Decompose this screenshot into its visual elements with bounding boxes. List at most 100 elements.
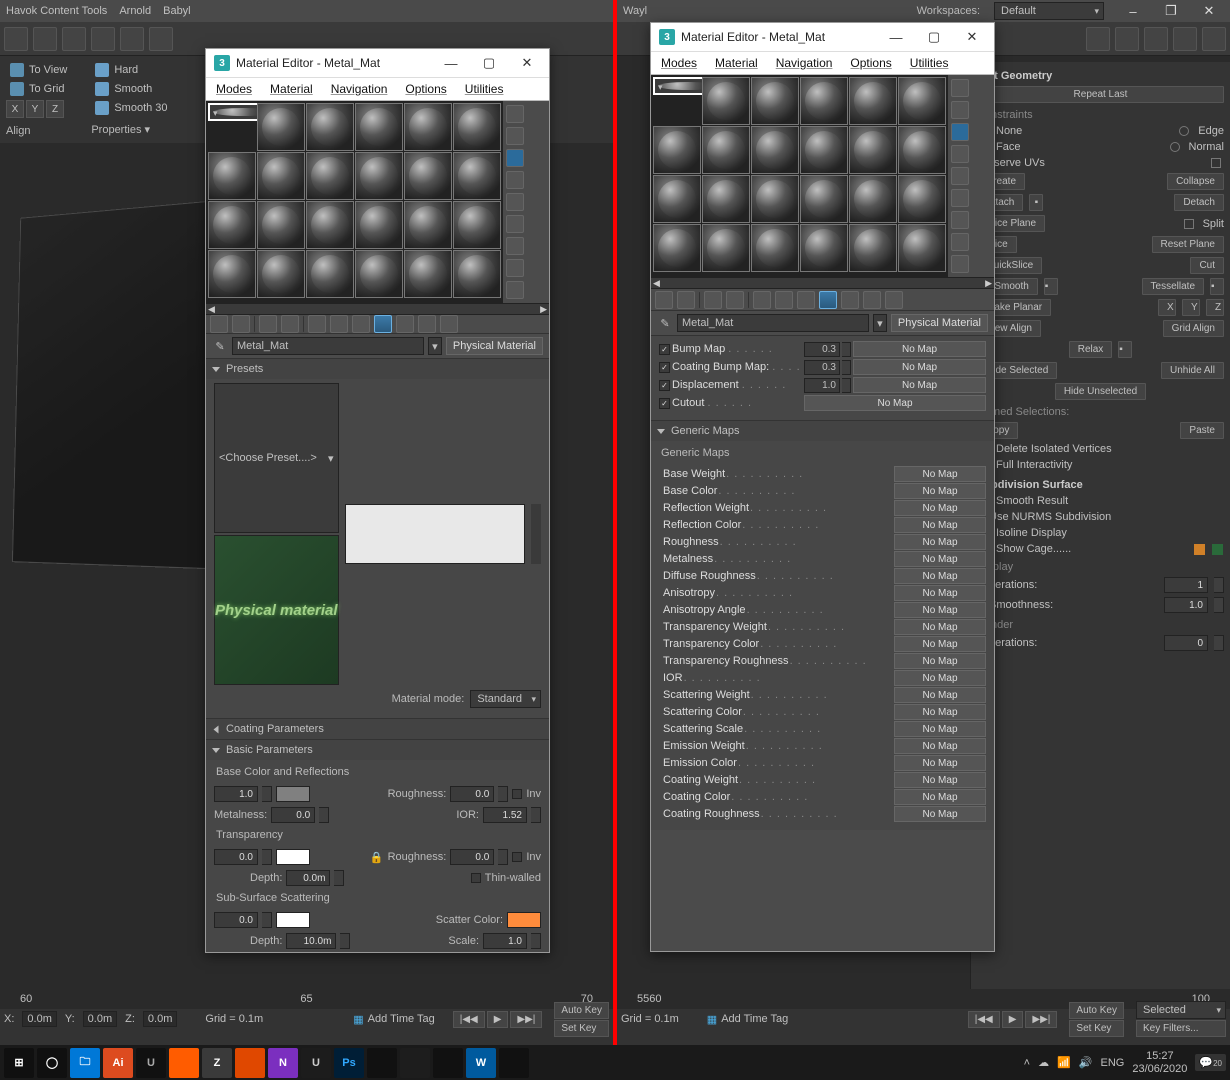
generic-maps-header[interactable]: Generic Maps — [651, 421, 994, 441]
menu-item[interactable]: Wayl — [623, 5, 647, 17]
thin-walled-checkbox[interactable] — [471, 873, 481, 883]
taskbar-app-icon[interactable]: W — [466, 1048, 496, 1078]
split-checkbox[interactable] — [1184, 219, 1194, 229]
window-titlebar[interactable]: 3 Material Editor - Metal_Mat — ▢ ✕ — [206, 49, 549, 77]
options-icon[interactable] — [506, 237, 524, 255]
toolbar-button[interactable] — [4, 27, 28, 51]
assign-icon[interactable] — [259, 315, 277, 333]
relax-settings-button[interactable]: ▪ — [1118, 341, 1132, 358]
attach-list-button[interactable]: ▪ — [1029, 194, 1043, 211]
menu-item[interactable]: Babyl — [163, 5, 191, 17]
planar-y-button[interactable]: Y — [1182, 299, 1200, 316]
choose-preset-dropdown[interactable]: <Choose Preset....>▾ — [214, 383, 339, 533]
minimize-button[interactable]: — — [882, 27, 910, 47]
close-button[interactable]: ✕ — [958, 27, 986, 47]
sample-slot[interactable] — [751, 77, 799, 125]
toolbar-button[interactable] — [149, 27, 173, 51]
video-check-icon[interactable] — [506, 193, 524, 211]
map-slot-button[interactable]: No Map — [894, 772, 986, 788]
taskbar-app-icon[interactable]: ⊞ — [4, 1048, 34, 1078]
spinner-buttons[interactable] — [1214, 597, 1224, 613]
cage-color-swatch-2[interactable] — [1212, 544, 1223, 555]
map-slot-button[interactable]: No Map — [894, 653, 986, 669]
uv-tiling-icon[interactable] — [951, 145, 969, 163]
spinner-buttons[interactable] — [262, 786, 272, 802]
background-icon[interactable] — [951, 123, 969, 141]
smooth-button[interactable]: Smooth — [91, 81, 171, 97]
spinner-buttons[interactable] — [262, 849, 272, 865]
minimize-button[interactable]: – — [1118, 2, 1148, 20]
ior-spinner[interactable]: 1.52 — [483, 807, 527, 823]
material-name-dropdown[interactable]: ▾ — [428, 337, 442, 355]
iterations-spinner[interactable]: 1 — [1164, 577, 1208, 593]
make-unique-icon[interactable] — [753, 291, 771, 309]
map-amount-spinner[interactable]: 0.3 — [804, 360, 840, 375]
preview-icon[interactable] — [951, 189, 969, 207]
options-icon[interactable] — [951, 211, 969, 229]
reset-plane-button[interactable]: Reset Plane — [1152, 236, 1224, 253]
get-material-icon[interactable] — [210, 315, 228, 333]
toolbar-button[interactable] — [62, 27, 86, 51]
presets-header[interactable]: Presets — [206, 359, 549, 379]
sample-slot[interactable] — [751, 126, 799, 174]
sample-slot[interactable] — [257, 201, 305, 249]
preset-scroll[interactable] — [531, 504, 541, 564]
taskbar-app-icon[interactable] — [499, 1048, 529, 1078]
menu-material[interactable]: Material — [715, 56, 758, 70]
sample-slot[interactable] — [355, 201, 403, 249]
taskbar-app-icon[interactable]: Ai — [103, 1048, 133, 1078]
planar-z-button[interactable]: Z — [1206, 299, 1224, 316]
sample-slot[interactable] — [355, 152, 403, 200]
map-enable-checkbox[interactable] — [659, 380, 670, 391]
sample-slot[interactable] — [453, 103, 501, 151]
transparency-color-swatch[interactable] — [276, 849, 310, 865]
sample-slot[interactable] — [208, 152, 256, 200]
cut-button[interactable]: Cut — [1190, 257, 1224, 274]
tessellate-settings-button[interactable]: ▪ — [1210, 278, 1224, 295]
z-button[interactable]: Z — [46, 100, 64, 118]
maximize-button[interactable]: ▢ — [475, 53, 503, 73]
sample-slot[interactable] — [404, 201, 452, 249]
go-sibling-icon[interactable] — [885, 291, 903, 309]
map-slot-button[interactable]: No Map — [894, 602, 986, 618]
next-key-icon[interactable]: ▶▶| — [510, 1011, 542, 1028]
material-name-input[interactable]: Metal_Mat — [677, 314, 869, 332]
menu-navigation[interactable]: Navigation — [776, 56, 833, 70]
sample-slot[interactable] — [306, 152, 354, 200]
add-time-tag[interactable]: Add Time Tag — [721, 1013, 788, 1025]
relax-button[interactable]: Relax — [1069, 341, 1113, 358]
show-map-viewport-icon[interactable] — [819, 291, 837, 309]
toolbar-button[interactable] — [91, 27, 115, 51]
minimize-button[interactable]: — — [437, 53, 465, 73]
show-end-result-icon[interactable] — [841, 291, 859, 309]
menu-item[interactable]: Havok Content Tools — [6, 5, 107, 17]
sample-slot[interactable] — [257, 152, 305, 200]
map-enable-checkbox[interactable] — [659, 362, 670, 373]
add-time-tag[interactable]: Add Time Tag — [368, 1013, 435, 1025]
transparency-spinner[interactable]: 0.0 — [214, 849, 258, 865]
show-map-viewport-icon[interactable] — [374, 315, 392, 333]
taskbar-app-icon[interactable]: U — [301, 1048, 331, 1078]
map-slot-button[interactable]: No Map — [894, 466, 986, 482]
taskbar-app-icon[interactable] — [235, 1048, 265, 1078]
sample-slot[interactable] — [257, 250, 305, 298]
map-slot-button[interactable]: No Map — [894, 670, 986, 686]
sample-slot[interactable] — [355, 103, 403, 151]
make-unique-icon[interactable] — [308, 315, 326, 333]
sample-slot[interactable] — [653, 175, 701, 223]
uv-tiling-icon[interactable] — [506, 171, 524, 189]
map-slot-button[interactable]: No Map — [894, 789, 986, 805]
menu-modes[interactable]: Modes — [661, 56, 697, 70]
sample-slot[interactable] — [208, 201, 256, 249]
z-input[interactable]: 0.0m — [143, 1011, 177, 1027]
show-end-result-icon[interactable] — [396, 315, 414, 333]
spinner-buttons[interactable] — [334, 870, 344, 886]
set-key-button[interactable]: Set Key — [554, 1020, 609, 1037]
preview-icon[interactable] — [506, 215, 524, 233]
taskbar-app-icon[interactable]: U — [136, 1048, 166, 1078]
render-iterations-spinner[interactable]: 0 — [1164, 635, 1208, 651]
material-id-channel-icon[interactable] — [797, 291, 815, 309]
sample-slot[interactable] — [702, 175, 750, 223]
taskbar-app-icon[interactable]: 🗀 — [70, 1048, 100, 1078]
lock-icon[interactable]: 🔒 — [370, 851, 384, 864]
